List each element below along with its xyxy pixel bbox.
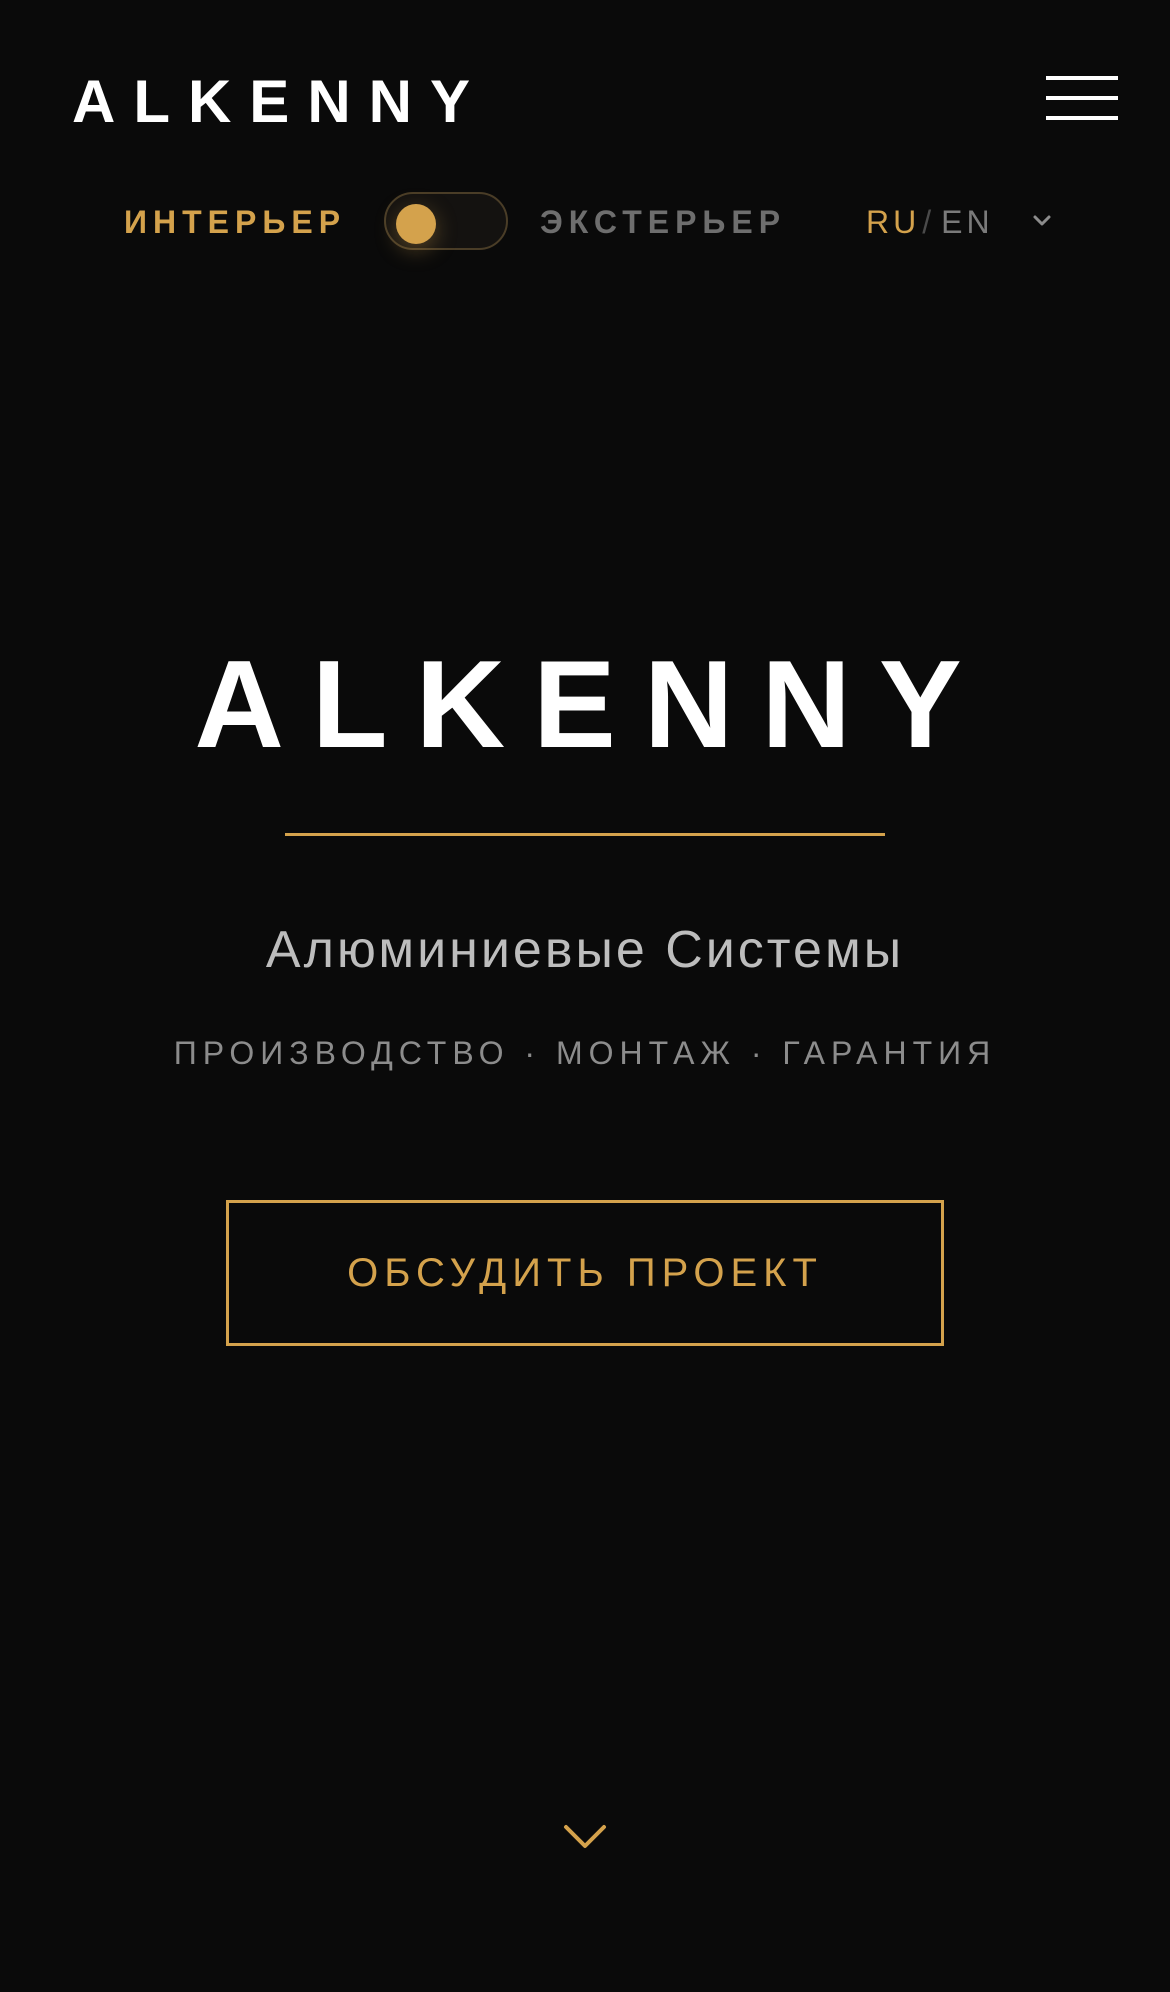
hero-subtitle: Алюминиевые Системы: [265, 921, 905, 979]
language-alternate[interactable]: EN: [941, 204, 993, 240]
mode-exterior-label[interactable]: ЭКСТЕРЬЕР: [540, 200, 786, 244]
mode-interior-label[interactable]: ИНТЕРЬЕР: [124, 200, 346, 244]
language-selector[interactable]: RU/EN: [866, 200, 994, 244]
menu-bar: [1046, 76, 1118, 80]
language-current[interactable]: RU: [866, 204, 920, 240]
hero-services: ПРОИЗВОДСТВО · МОНТАЖ · ГАРАНТИЯ: [173, 1035, 997, 1071]
menu-bar: [1046, 96, 1118, 100]
menu-bar: [1046, 116, 1118, 120]
discuss-project-button[interactable]: ОБСУДИТЬ ПРОЕКТ: [226, 1200, 944, 1346]
interior-exterior-toggle[interactable]: [384, 192, 508, 250]
toggle-knob: [396, 204, 436, 244]
hamburger-menu-icon[interactable]: [1044, 74, 1120, 128]
language-separator: /: [922, 204, 936, 240]
title-divider: [285, 833, 885, 836]
chevron-down-icon[interactable]: [1032, 214, 1052, 228]
hero-title: ALKENNY: [194, 636, 990, 774]
site-logo[interactable]: ALKENNY: [72, 66, 488, 138]
page: ALKENNY ИНТЕРЬЕР ЭКСТЕРЬЕР RU/EN ALKENNY…: [0, 0, 1170, 1992]
chevron-down-icon[interactable]: [562, 1822, 608, 1852]
